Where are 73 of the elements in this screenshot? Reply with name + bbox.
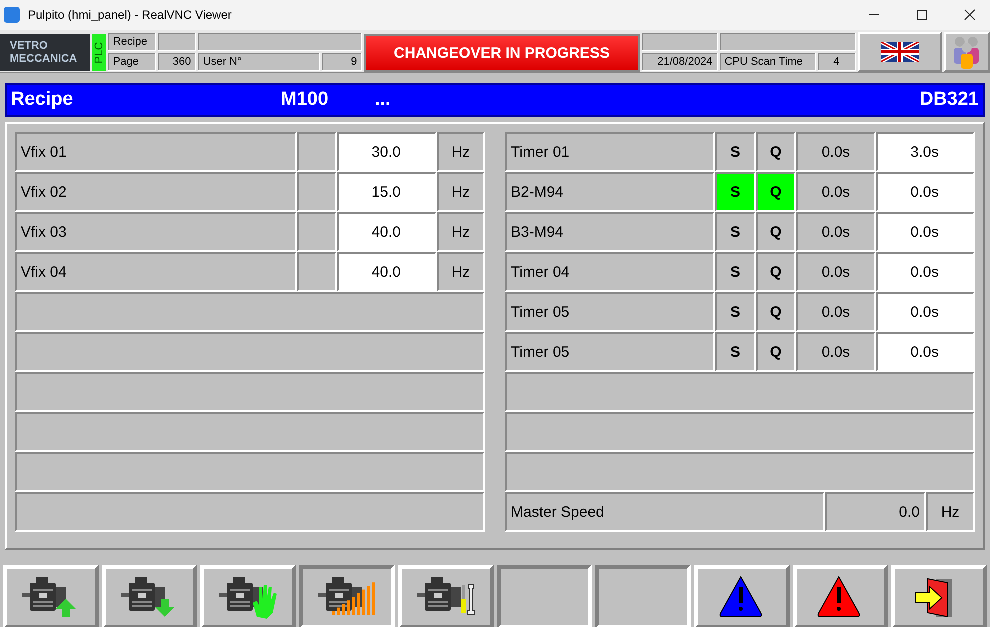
start-indicator: S: [715, 252, 756, 292]
timer-name: B2-M94: [505, 172, 715, 212]
start-indicator: S: [715, 212, 756, 252]
elapsed-time: 0.0s: [796, 332, 876, 372]
parameter-name: Vfix 03: [15, 212, 297, 252]
start-indicator: S: [715, 292, 756, 332]
elapsed-time: 0.0s: [796, 172, 876, 212]
company-logo: VETRO MECCANICA: [0, 34, 90, 71]
value-field: 40.0: [337, 212, 437, 252]
output-indicator: Q: [756, 132, 796, 172]
users-button[interactable]: [944, 32, 990, 72]
timer-name: Timer 05: [505, 332, 715, 372]
value-field: 15.0: [337, 172, 437, 212]
data-block-label: DB321: [920, 89, 979, 111]
parameter-name: Vfix 01: [15, 132, 297, 172]
page-number: 360: [158, 53, 196, 71]
unit-label: Hz: [437, 172, 485, 212]
recipe-name: ...: [375, 89, 392, 111]
timer-name: B3-M94: [505, 212, 715, 252]
unit-label: Hz: [926, 492, 975, 532]
output-indicator: Q: [756, 212, 796, 252]
close-icon[interactable]: [964, 9, 976, 21]
output-indicator: Q: [756, 292, 796, 332]
unit-label: Hz: [437, 132, 485, 172]
header-cell: [158, 33, 196, 51]
cpu-scan-label: CPU Scan Time: [720, 53, 816, 71]
master-speed-value: 0.0: [825, 492, 926, 532]
unit-label: Hz: [437, 212, 485, 252]
cpu-scan-value: 4: [818, 53, 856, 71]
preset-field: 0.0s: [876, 172, 975, 212]
page-label: Page: [108, 53, 156, 71]
start-indicator: S: [715, 132, 756, 172]
timer-name: Timer 05: [505, 292, 715, 332]
maximize-icon[interactable]: [916, 9, 928, 21]
indicator-box: [297, 252, 337, 292]
output-indicator: Q: [756, 172, 796, 212]
plc-indicator: PLC: [92, 34, 106, 71]
indicator-box: [297, 132, 337, 172]
user-number: 9: [322, 53, 362, 71]
start-indicator: S: [715, 332, 756, 372]
preset-field: 0.0s: [876, 252, 975, 292]
toolbar-button[interactable]: [299, 565, 395, 627]
start-indicator: S: [715, 172, 756, 212]
value-field: 40.0: [337, 252, 437, 292]
parameter-name: Vfix 02: [15, 172, 297, 212]
value-field: 30.0: [337, 132, 437, 172]
elapsed-time: 0.0s: [796, 132, 876, 172]
window-title: Pulpito (hmi_panel) - RealVNC Viewer: [28, 8, 233, 22]
app-icon: [4, 7, 20, 23]
timer-name: Timer 01: [505, 132, 715, 172]
preset-field: 0.0s: [876, 292, 975, 332]
indicator-box: [297, 212, 337, 252]
recipe-label: Recipe: [108, 33, 156, 51]
indicator-box: [297, 172, 337, 212]
date-display: 21/08/2024: [642, 53, 718, 71]
status-banner: CHANGEOVER IN PROGRESS: [364, 34, 640, 72]
elapsed-time: 0.0s: [796, 252, 876, 292]
user-label: User N°: [198, 53, 320, 71]
preset-field: 0.0s: [876, 332, 975, 372]
output-indicator: Q: [756, 332, 796, 372]
language-button[interactable]: [858, 32, 942, 72]
output-indicator: Q: [756, 252, 796, 292]
recipe-code: M100: [281, 89, 330, 111]
elapsed-time: 0.0s: [796, 212, 876, 252]
elapsed-time: 0.0s: [796, 292, 876, 332]
flag-icon: [880, 42, 919, 62]
unit-label: Hz: [437, 252, 485, 292]
parameter-name: Vfix 04: [15, 252, 297, 292]
timer-name: Timer 04: [505, 252, 715, 292]
preset-field: 0.0s: [876, 212, 975, 252]
recipe-label: Recipe: [11, 89, 74, 111]
master-speed-label: Master Speed: [505, 492, 825, 532]
preset-field: 3.0s: [876, 132, 975, 172]
